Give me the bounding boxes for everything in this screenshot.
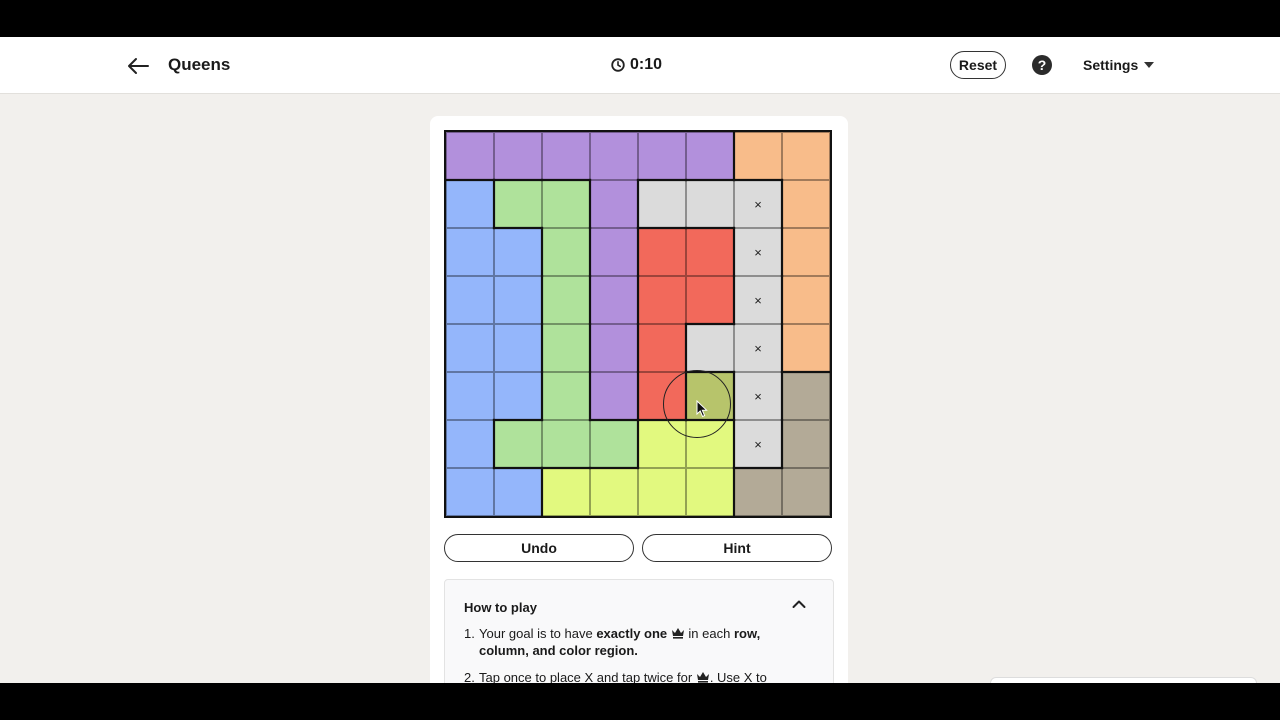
board-cell[interactable] <box>542 324 590 372</box>
timer-value: 0:10 <box>630 56 663 73</box>
board-cell[interactable] <box>734 468 782 516</box>
rule-text-part: Your goal is to have <box>479 626 597 641</box>
board-cell[interactable] <box>638 276 686 324</box>
board-cell[interactable]: × <box>734 372 782 420</box>
board-cell[interactable] <box>638 420 686 468</box>
board-cell[interactable]: × <box>734 180 782 228</box>
undo-button[interactable]: Undo <box>444 534 634 562</box>
board-cell[interactable] <box>542 132 590 180</box>
board-cell[interactable] <box>782 372 830 420</box>
board-cell[interactable] <box>446 180 494 228</box>
board-cell[interactable] <box>590 468 638 516</box>
rules-list: 1. Your goal is to have exactly one in e… <box>464 625 794 683</box>
board-cell[interactable] <box>638 468 686 516</box>
board-cell[interactable] <box>590 276 638 324</box>
board-cell[interactable] <box>494 276 542 324</box>
board-cell[interactable] <box>686 324 734 372</box>
board-cell[interactable] <box>782 468 830 516</box>
rule-number: 2. <box>464 670 475 683</box>
board-cell[interactable] <box>782 420 830 468</box>
board-cell[interactable] <box>446 420 494 468</box>
board-cell[interactable] <box>638 180 686 228</box>
queens-board: × × × × × × <box>444 130 832 518</box>
letterbox-bottom <box>0 683 1280 720</box>
rule-text-part: Tap once to place X and tap twice for <box>479 670 693 683</box>
chevron-up-icon[interactable] <box>791 596 807 612</box>
board-cell[interactable] <box>686 420 734 468</box>
board-cell[interactable] <box>686 132 734 180</box>
board-cell[interactable] <box>590 180 638 228</box>
board-cell[interactable] <box>638 372 686 420</box>
board-cell[interactable] <box>494 420 542 468</box>
board-cell[interactable] <box>782 180 830 228</box>
board-cell[interactable]: × <box>734 324 782 372</box>
rule-item: 1. Your goal is to have exactly one in e… <box>464 625 794 659</box>
game-viewport: Queens 0:10 Reset ? Settings × × × × × × Undo… <box>0 37 1280 683</box>
board-cell[interactable] <box>590 372 638 420</box>
board-cell[interactable] <box>686 276 734 324</box>
board-cell[interactable] <box>542 372 590 420</box>
rule-text: Your goal is to have exactly one in each… <box>479 625 794 659</box>
board-cell[interactable] <box>494 132 542 180</box>
board-cell[interactable] <box>494 228 542 276</box>
rule-text-bold: exactly one <box>596 626 668 641</box>
board-cell[interactable] <box>686 180 734 228</box>
board-cell[interactable] <box>542 420 590 468</box>
board-cell[interactable]: × <box>734 276 782 324</box>
board-cell[interactable] <box>542 180 590 228</box>
board-cell[interactable] <box>782 132 830 180</box>
board-cell[interactable] <box>542 468 590 516</box>
board-cell[interactable] <box>686 468 734 516</box>
rule-number: 1. <box>464 626 475 641</box>
board-cell[interactable] <box>542 228 590 276</box>
clock-icon <box>611 58 625 72</box>
board-cell[interactable] <box>446 324 494 372</box>
board-cell[interactable] <box>686 228 734 276</box>
board-cell[interactable] <box>638 228 686 276</box>
rule-text-part: in each <box>684 626 734 641</box>
board-cell[interactable] <box>782 228 830 276</box>
board-cell[interactable] <box>542 276 590 324</box>
back-button[interactable] <box>124 52 152 80</box>
board-cell[interactable] <box>686 372 734 420</box>
board-cell[interactable] <box>590 420 638 468</box>
board-cell[interactable] <box>782 324 830 372</box>
reset-button[interactable]: Reset <box>950 51 1006 79</box>
board-cell[interactable] <box>446 228 494 276</box>
board-cell[interactable] <box>494 180 542 228</box>
settings-dropdown[interactable]: Settings <box>1083 57 1155 73</box>
board-cell[interactable] <box>494 468 542 516</box>
how-to-play-title: How to play <box>464 600 537 615</box>
board-cell[interactable] <box>446 468 494 516</box>
rule-text-part: . Use X to <box>709 670 767 683</box>
how-to-play-panel: How to play 1. Your goal is to have exac… <box>444 579 834 683</box>
rule-text: Tap once to place X and tap twice for . … <box>479 669 767 683</box>
help-button[interactable]: ? <box>1032 55 1052 75</box>
game-header: Queens 0:10 Reset ? Settings <box>0 37 1280 94</box>
board-cell[interactable] <box>446 372 494 420</box>
timer: 0:10 <box>611 56 662 74</box>
board-cell[interactable] <box>494 372 542 420</box>
letterbox-top <box>0 0 1280 37</box>
board-cell[interactable] <box>782 276 830 324</box>
caret-down-icon <box>1144 62 1155 68</box>
board-cell[interactable]: × <box>734 420 782 468</box>
rule-item: 2. Tap once to place X and tap twice for… <box>464 669 794 683</box>
board-cell[interactable] <box>494 324 542 372</box>
game-title: Queens <box>168 55 231 74</box>
board-cell[interactable] <box>446 132 494 180</box>
hint-button[interactable]: Hint <box>642 534 832 562</box>
board-cell[interactable] <box>638 132 686 180</box>
arrow-left-icon <box>128 58 149 74</box>
crown-icon <box>696 672 709 683</box>
board-cell[interactable] <box>590 324 638 372</box>
crown-icon <box>671 628 684 639</box>
board-cell[interactable] <box>638 324 686 372</box>
board-cell[interactable] <box>590 228 638 276</box>
board-cell[interactable] <box>590 132 638 180</box>
board-cell[interactable] <box>734 132 782 180</box>
board-cell[interactable] <box>446 276 494 324</box>
settings-label: Settings <box>1083 57 1139 73</box>
board-cell[interactable]: × <box>734 228 782 276</box>
